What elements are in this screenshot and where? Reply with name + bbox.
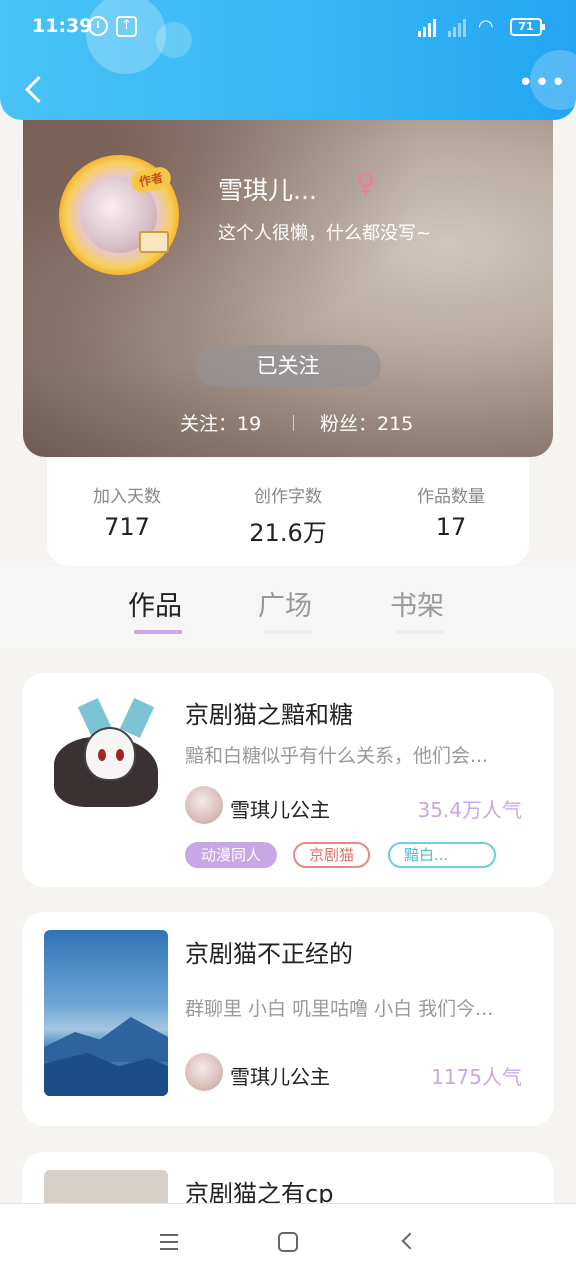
stat-value: 17: [435, 513, 467, 541]
following-count[interactable]: 关注：19: [180, 409, 261, 436]
home-icon[interactable]: [278, 1232, 298, 1252]
tab-bar: 作品 广场 书架: [0, 566, 576, 648]
stat-label: 作品数量: [417, 487, 485, 507]
wifi-icon: ◠: [478, 16, 494, 37]
work-description: 群聊里 小白 叽里咕噜 小白 我们今...: [185, 998, 494, 1020]
work-title: 京剧猫之黯和糖: [185, 701, 353, 729]
author-avatar: [185, 1053, 223, 1091]
profile-header: 作者 雪琪儿... ♀ 这个人很懒，什么都没写~ 已关注 关注：19 粉丝：21…: [23, 105, 553, 457]
cat-eye: [116, 749, 124, 761]
work-card[interactable]: 京剧猫之黯和糖 黯和白糖似乎有什么关系，他们会... 雪琪儿公主 35.4万人气…: [22, 673, 554, 887]
author-badge: 作者: [129, 165, 173, 195]
back-icon[interactable]: [20, 72, 50, 106]
tag-chip[interactable]: 动漫同人: [185, 842, 278, 868]
tab-square[interactable]: 广场: [258, 584, 312, 623]
battery-icon: 71: [510, 18, 545, 36]
work-description: 黯和白糖似乎有什么关系，他们会...: [185, 745, 489, 767]
popularity-count: 35.4万人气: [417, 798, 522, 822]
tab-indicator-active: [134, 630, 182, 634]
back-nav-icon[interactable]: [401, 1232, 419, 1250]
fans-count[interactable]: 粉丝：215: [320, 409, 413, 436]
female-icon: ♀: [356, 169, 376, 199]
alarm-icon: [88, 16, 108, 36]
follow-button[interactable]: 已关注: [195, 345, 381, 387]
system-nav-bar: [0, 1203, 576, 1280]
stat-value: 717: [104, 513, 150, 541]
stat-value: 21.6万: [249, 519, 327, 547]
tab-works[interactable]: 作品: [128, 584, 182, 623]
stats-card: 加入天数 717 创作字数 21.6万 作品数量 17: [47, 458, 529, 566]
author-avatar: [185, 786, 223, 824]
tab-indicator: [264, 630, 312, 634]
cat-eye: [98, 749, 106, 761]
stat-join-days: 加入天数 717: [52, 482, 202, 541]
work-cover: [44, 697, 168, 863]
upload-icon: ↑: [116, 16, 137, 37]
signal-icon: [418, 17, 440, 37]
stat-works-count: 作品数量 17: [376, 482, 526, 541]
decor-bubble: [86, 0, 166, 74]
author-name: 雪琪儿公主: [230, 1065, 330, 1089]
menu-icon[interactable]: [160, 1234, 178, 1250]
book-icon: [139, 231, 169, 253]
tab-bookshelf[interactable]: 书架: [390, 584, 444, 623]
mountain-layer: [44, 1017, 168, 1062]
cat-face: [84, 727, 136, 781]
author-name: 雪琪儿公主: [230, 798, 330, 822]
work-card[interactable]: 京剧猫不正经的 群聊里 小白 叽里咕噜 小白 我们今... 雪琪儿公主 1175…: [22, 912, 554, 1126]
stat-label: 创作字数: [254, 487, 322, 507]
username: 雪琪儿...: [218, 176, 317, 205]
top-bar: 11:39 ↑ ◠ 71 •••: [0, 0, 576, 120]
tag-chip[interactable]: 黯白...: [388, 842, 496, 868]
more-dots-icon[interactable]: •••: [518, 70, 566, 98]
avatar[interactable]: 作者: [59, 155, 179, 275]
tag-chip[interactable]: 京剧猫: [293, 842, 371, 868]
stat-label: 加入天数: [93, 487, 161, 507]
work-cover: [44, 930, 168, 1096]
user-bio: 这个人很懒，什么都没写~: [218, 223, 432, 244]
stat-word-count: 创作字数 21.6万: [213, 482, 363, 548]
status-time: 11:39: [32, 15, 93, 37]
popularity-count: 1175人气: [431, 1065, 522, 1089]
signal-secondary-icon: [448, 17, 470, 37]
decor-bubble: [156, 22, 192, 58]
tab-indicator: [396, 630, 444, 634]
divider: [293, 415, 294, 431]
work-title: 京剧猫不正经的: [185, 940, 353, 968]
